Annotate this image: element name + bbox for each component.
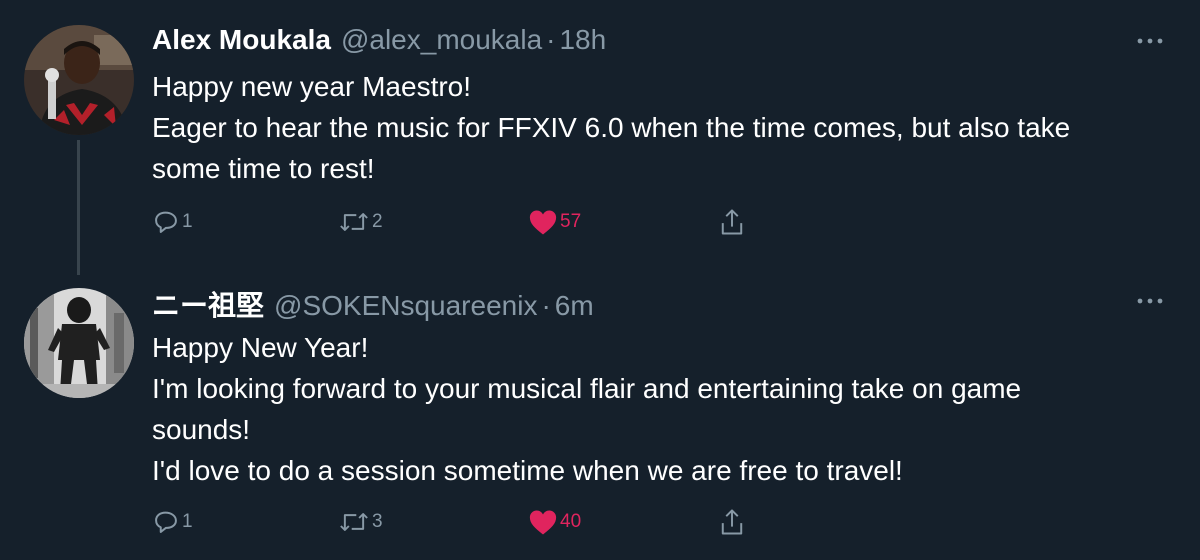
reply-button[interactable]: 1 xyxy=(152,204,193,240)
tweet-text-line: I'm looking forward to your musical flai… xyxy=(152,373,1022,404)
retweet-button[interactable]: 3 xyxy=(338,504,383,540)
separator-dot: · xyxy=(541,290,551,321)
retweet-count: 2 xyxy=(372,211,383,232)
heart-icon xyxy=(529,210,557,235)
share-icon xyxy=(721,509,743,535)
like-button[interactable]: 57 xyxy=(528,204,581,240)
tweet-actions: 1 2 57 xyxy=(152,204,772,244)
avatar[interactable] xyxy=(24,25,134,135)
retweet-count: 3 xyxy=(372,511,383,532)
like-count: 40 xyxy=(560,511,582,532)
tweet-text-line: Happy New Year! xyxy=(152,332,369,363)
tweet-text-line: sounds! xyxy=(152,414,251,445)
user-handle[interactable]: @SOKENsquareenix xyxy=(274,290,537,322)
avatar[interactable] xyxy=(24,288,134,398)
tweet-text-line: some time to rest! xyxy=(152,153,375,184)
like-count: 57 xyxy=(560,211,582,232)
tweet-text: Happy new year Maestro! Eager to hear th… xyxy=(152,66,1182,189)
tweet-header: Alex Moukala @alex_moukala · 18h xyxy=(152,24,606,60)
display-name[interactable]: Alex Moukala xyxy=(152,24,331,56)
share-button[interactable] xyxy=(718,504,746,540)
share-button[interactable] xyxy=(718,204,746,240)
retweet-icon xyxy=(340,513,368,531)
reply-count: 1 xyxy=(182,211,193,232)
tweet-text-line: Happy new year Maestro! xyxy=(152,71,472,102)
more-icon[interactable] xyxy=(1134,34,1166,46)
heart-icon xyxy=(529,510,557,535)
reply-icon xyxy=(155,211,177,233)
like-button[interactable]: 40 xyxy=(528,504,581,540)
share-icon xyxy=(721,209,743,235)
tweet-text-line: I'd love to do a session sometime when w… xyxy=(152,455,903,486)
timestamp[interactable]: 6m xyxy=(555,290,594,322)
retweet-button[interactable]: 2 xyxy=(338,204,383,240)
separator-dot: · xyxy=(546,24,556,55)
reply-icon xyxy=(155,511,177,533)
tweet[interactable]: Alex Moukala @alex_moukala · 18h Happy n… xyxy=(0,0,1200,280)
more-icon[interactable] xyxy=(1134,294,1166,306)
timestamp[interactable]: 18h xyxy=(559,24,606,56)
user-handle[interactable]: @alex_moukala xyxy=(341,24,542,56)
tweet-header: ニー祖堅 @SOKENsquareenix · 6m xyxy=(152,284,594,322)
reply-count: 1 xyxy=(182,511,193,532)
reply-button[interactable]: 1 xyxy=(152,504,193,540)
tweet-text: Happy New Year! I'm looking forward to y… xyxy=(152,327,1182,491)
tweet[interactable]: ニー祖堅 @SOKENsquareenix · 6m Happy New Yea… xyxy=(0,280,1200,560)
tweet-text-line: Eager to hear the music for FFXIV 6.0 wh… xyxy=(152,112,1071,143)
retweet-icon xyxy=(340,213,368,231)
tweet-actions: 1 3 40 xyxy=(152,504,772,544)
display-name[interactable]: ニー祖堅 xyxy=(152,284,264,324)
